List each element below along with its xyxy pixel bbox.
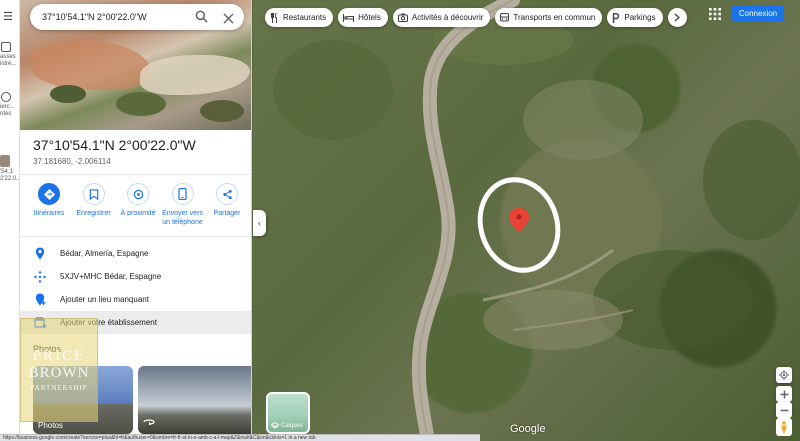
menu-icon[interactable]: ☰ xyxy=(0,10,16,23)
rail-item-saved[interactable]: asses istré... xyxy=(0,42,20,68)
restaurant-icon xyxy=(271,12,277,23)
chip-label: Parkings xyxy=(624,13,656,22)
directions-button[interactable]: Itinéraires xyxy=(28,183,70,227)
plus-code-row[interactable]: 5XJV+MHC Bédar, Espagne xyxy=(20,265,251,288)
rail-item-recent-place[interactable]: '54.1 2'22.0... xyxy=(0,155,20,183)
action-label: Partager xyxy=(213,210,241,217)
rail-item-label: '54.1 2'22.0... xyxy=(0,169,20,182)
recent-thumbnail xyxy=(0,155,10,167)
apps-grid-icon[interactable] xyxy=(709,7,721,25)
layers-button[interactable]: Calques xyxy=(266,392,310,434)
nearby-button[interactable]: À proximité xyxy=(117,183,159,227)
plus-code-text: 5XJV+MHC Bédar, Espagne xyxy=(60,272,162,281)
street-view-button[interactable] xyxy=(776,418,792,436)
transit-icon xyxy=(500,12,510,21)
send-to-phone-button[interactable]: Envoyer vers un téléphone xyxy=(162,183,204,227)
satellite-map[interactable] xyxy=(253,0,800,441)
map-features xyxy=(273,0,800,441)
rail-item-label: asses istré... xyxy=(0,54,17,67)
add-location-icon xyxy=(20,293,60,306)
bookmark-icon xyxy=(1,42,11,52)
action-label: Enregistrer xyxy=(76,210,111,217)
chip-activities[interactable]: Activités à découvrir xyxy=(392,8,491,27)
add-business-row[interactable]: Ajouter votre établissement xyxy=(20,311,251,334)
google-logo: Google xyxy=(510,423,546,435)
photos-thumbnail[interactable]: Photos xyxy=(33,366,133,434)
link-status-bar: https://business.google.com/create?servi… xyxy=(0,434,480,441)
hotel-icon xyxy=(343,13,355,22)
search-icon[interactable] xyxy=(195,10,208,28)
plus-code-icon xyxy=(20,270,60,283)
add-business-text: Ajouter votre établissement xyxy=(60,318,157,327)
chip-hotels[interactable]: Hôtels xyxy=(338,8,388,27)
collapse-panel-button[interactable]: ‹ xyxy=(253,210,266,236)
chip-transit[interactable]: Transports en commun xyxy=(495,8,603,27)
my-location-button[interactable] xyxy=(776,367,792,383)
chip-restaurants[interactable]: Restaurants xyxy=(265,8,334,27)
chips-next-button[interactable] xyxy=(667,8,687,27)
search-input[interactable] xyxy=(42,12,187,22)
login-button[interactable]: Connexion xyxy=(732,5,784,22)
action-label: Itinéraires xyxy=(33,210,65,217)
decimal-coordinates: 37.181680, -2.006114 xyxy=(33,157,111,166)
rail-item-recent[interactable]: ierc... ntes xyxy=(0,92,20,118)
layers-label: Calques xyxy=(281,422,304,429)
category-chips: Restaurants Hôtels Activités à découvrir… xyxy=(265,8,687,27)
address-row[interactable]: Bédar, Almería, Espagne xyxy=(20,242,251,265)
dirt-road xyxy=(411,0,520,441)
parking-icon xyxy=(613,12,620,23)
location-marker-icon xyxy=(509,208,529,232)
pin-icon xyxy=(20,247,60,260)
phone-icon xyxy=(171,183,194,205)
address-text: Bédar, Almería, Espagne xyxy=(60,249,149,258)
minus-icon xyxy=(780,409,788,411)
chip-label: Activités à découvrir xyxy=(411,13,484,22)
close-icon[interactable] xyxy=(223,11,234,29)
layers-icon xyxy=(271,422,279,429)
pegman-icon xyxy=(781,420,787,433)
camera-icon xyxy=(397,13,408,22)
place-panel: 37°10'54.1"N 2°00'22.0"W 37.181680, -2.0… xyxy=(20,0,252,441)
action-bar: Itinéraires Enregistrer À proximité Envo… xyxy=(28,183,248,227)
left-rail: ☰ asses istré... ierc... ntes '54.1 2'22… xyxy=(0,0,20,441)
chip-label: Hôtels xyxy=(358,13,381,22)
bookmark-icon xyxy=(82,183,105,205)
rail-item-label: ierc... ntes xyxy=(0,104,15,117)
my-location-icon xyxy=(779,370,789,380)
add-place-row[interactable]: Ajouter un lieu manquant xyxy=(20,288,251,311)
action-label: Envoyer vers un téléphone xyxy=(162,210,203,226)
divider xyxy=(20,174,251,175)
storefront-icon xyxy=(20,317,60,328)
search-box xyxy=(30,4,244,30)
action-label: À proximité xyxy=(120,210,156,217)
place-title: 37°10'54.1"N 2°00'22.0"W xyxy=(33,137,196,153)
nearby-icon xyxy=(127,183,149,205)
zoom-out-button[interactable] xyxy=(776,402,792,418)
photos-section-title: Photos xyxy=(33,344,62,354)
chevron-right-icon xyxy=(674,13,681,22)
history-icon xyxy=(1,92,11,102)
panorama-thumbnail[interactable] xyxy=(138,366,251,434)
chevron-left-icon: ‹ xyxy=(258,218,261,228)
add-place-text: Ajouter un lieu manquant xyxy=(60,295,149,304)
share-button[interactable]: Partager xyxy=(206,183,248,227)
chip-parking[interactable]: Parkings xyxy=(607,8,663,27)
divider xyxy=(20,236,251,237)
save-button[interactable]: Enregistrer xyxy=(73,183,115,227)
panorama-icon xyxy=(143,412,155,430)
chip-label: Transports en commun xyxy=(513,13,596,22)
directions-icon xyxy=(38,183,60,205)
photo-caption: Photos xyxy=(38,421,63,430)
share-icon xyxy=(216,183,238,205)
plus-icon xyxy=(780,390,788,398)
zoom-in-button[interactable] xyxy=(776,386,792,402)
chip-label: Restaurants xyxy=(283,13,327,22)
